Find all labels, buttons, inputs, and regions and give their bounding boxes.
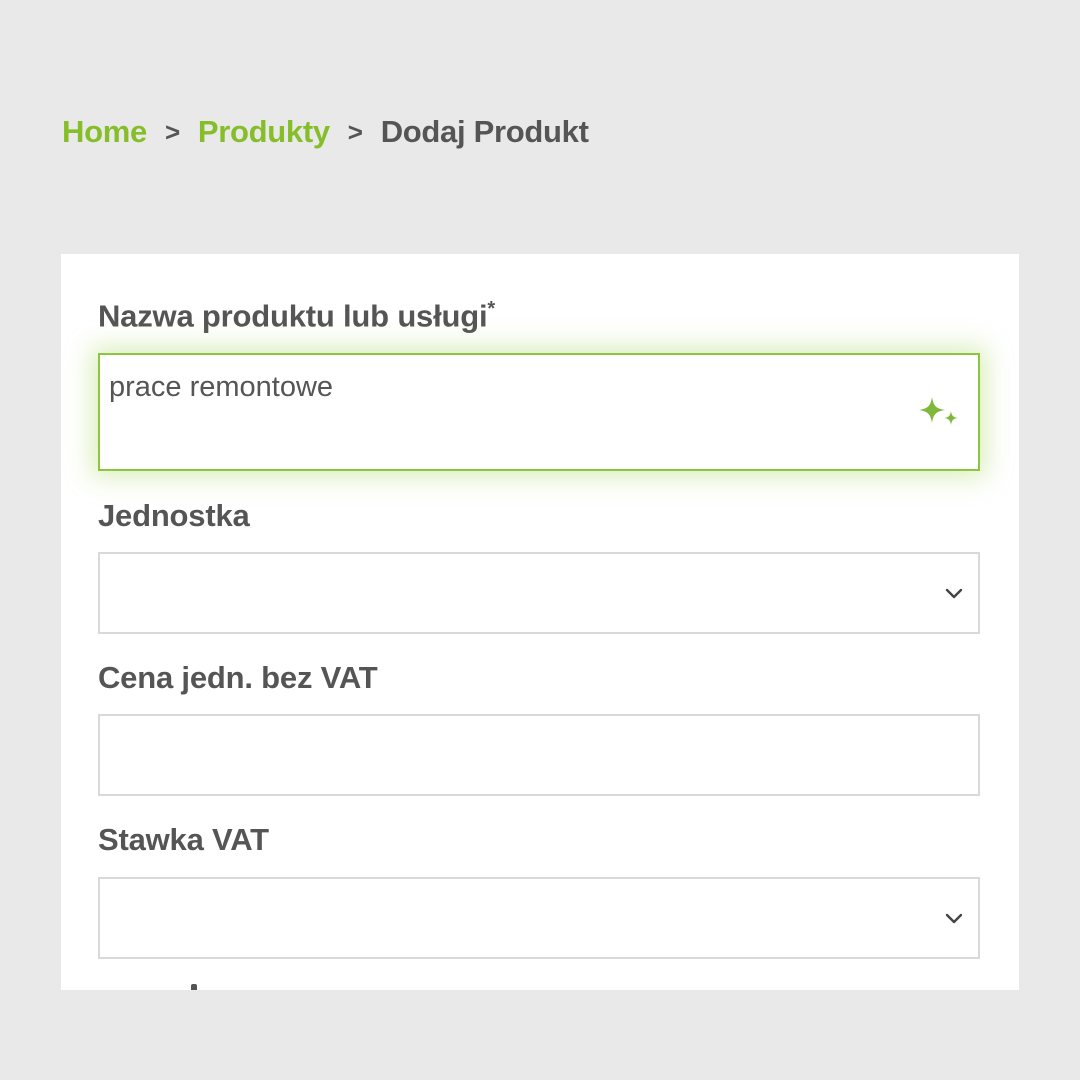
breadcrumb-separator: > bbox=[347, 116, 363, 147]
breadcrumb-current: Dodaj Produkt bbox=[380, 114, 589, 149]
chevron-down-icon bbox=[945, 588, 963, 599]
unit-label: Jednostka bbox=[98, 498, 250, 533]
breadcrumb-products-link[interactable]: Produkty bbox=[198, 114, 330, 150]
vat-rate-select[interactable] bbox=[98, 877, 980, 959]
unit-select[interactable] bbox=[98, 552, 980, 634]
breadcrumb-home-link[interactable]: Home bbox=[62, 114, 147, 150]
unit-price-input[interactable] bbox=[98, 714, 980, 796]
vat-rate-label: Stawka VAT bbox=[98, 822, 269, 857]
page: Home > Produkty > Dodaj Produkt Nazwa pr… bbox=[0, 0, 1080, 1080]
breadcrumb-separator: > bbox=[164, 116, 180, 147]
chevron-down-icon bbox=[945, 913, 963, 924]
breadcrumb: Home > Produkty > Dodaj Produkt bbox=[62, 112, 589, 152]
product-name-value: prace remontowe bbox=[109, 371, 334, 403]
unit-price-label: Cena jedn. bez VAT bbox=[98, 660, 378, 695]
product-form-card: Nazwa produktu lub usługi* prace remonto… bbox=[61, 254, 1019, 990]
product-name-label: Nazwa produktu lub usługi* bbox=[98, 298, 495, 334]
next-label-cutoff bbox=[191, 984, 197, 990]
sparkle-icon[interactable] bbox=[914, 395, 962, 435]
required-mark: * bbox=[487, 298, 495, 320]
product-name-label-text: Nazwa produktu lub usługi bbox=[98, 298, 488, 334]
product-name-input[interactable]: prace remontowe bbox=[98, 353, 980, 471]
